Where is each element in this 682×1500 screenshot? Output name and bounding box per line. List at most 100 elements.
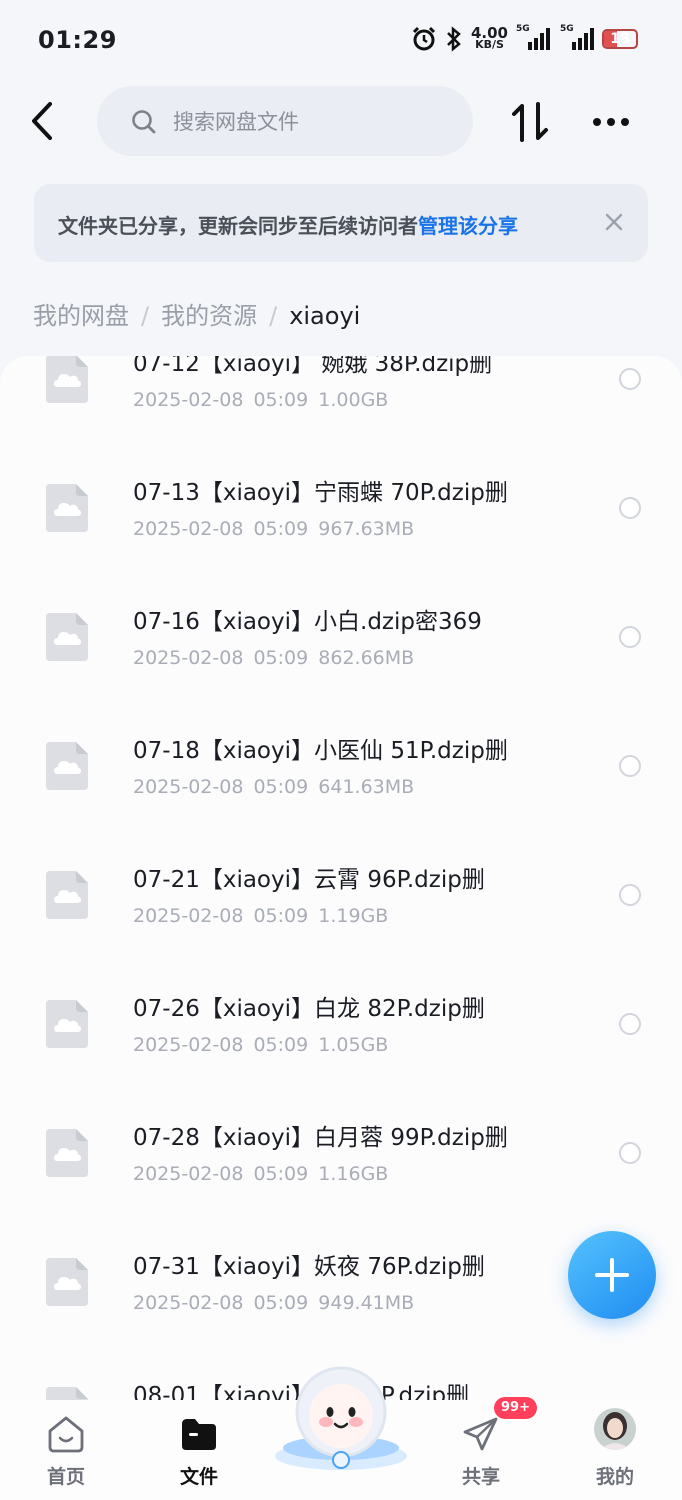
- select-radio[interactable]: [619, 884, 641, 906]
- sort-icon[interactable]: [510, 100, 550, 144]
- file-meta: 2025-02-08 05:09 641.63MB: [133, 776, 414, 798]
- notification-badge: 99+: [494, 1397, 537, 1419]
- home-icon: [48, 1416, 84, 1453]
- status-time: 01:29: [38, 26, 117, 54]
- file-time: 05:09: [253, 1034, 309, 1056]
- breadcrumb-separator: /: [141, 302, 150, 330]
- file-size: 862.66MB: [318, 647, 415, 669]
- file-name: 07-21【xiaoyi】云霄 96P.dzip删: [133, 867, 485, 893]
- file-size: 1.00GB: [318, 389, 389, 411]
- file-date: 2025-02-08: [133, 776, 244, 798]
- select-radio[interactable]: [619, 1142, 641, 1164]
- search-input[interactable]: [171, 104, 455, 140]
- cloud-file-icon: [46, 1387, 88, 1400]
- close-icon[interactable]: [602, 210, 626, 234]
- file-meta: 2025-02-08 05:09 1.00GB: [133, 389, 388, 411]
- tab-share[interactable]: 共享: [436, 1410, 526, 1490]
- file-row[interactable]: 07-28【xiaoyi】白月蓉 99P.dzip删 2025-02-08 05:…: [0, 1074, 682, 1203]
- file-time: 05:09: [253, 647, 309, 669]
- file-meta: 2025-02-08 05:09 949.41MB: [133, 1292, 414, 1314]
- search-bar[interactable]: [97, 86, 473, 156]
- file-meta: 2025-02-08 05:09 1.05GB: [133, 1034, 388, 1056]
- status-bar: 01:29 4.00 KB/S 5G 5G 18: [0, 0, 682, 80]
- breadcrumb-current: xiaoyi: [289, 302, 361, 330]
- cloud-file-icon: [46, 1000, 88, 1048]
- file-date: 2025-02-08: [133, 647, 244, 669]
- breadcrumb-separator: /: [269, 302, 278, 330]
- file-row[interactable]: 07-21【xiaoyi】云霄 96P.dzip删 2025-02-08 05:0…: [0, 816, 682, 945]
- file-time: 05:09: [253, 1163, 309, 1185]
- share-banner-text: 文件夹已分享，更新会同步至后续访问者管理该分享: [58, 214, 518, 238]
- plus-icon: [595, 1258, 629, 1292]
- file-row[interactable]: 07-18【xiaoyi】小医仙 51P.dzip删 2025-02-08 05:…: [0, 687, 682, 816]
- file-meta: 2025-02-08 05:09 1.16GB: [133, 1163, 388, 1185]
- mascot-assistant-icon[interactable]: [272, 1360, 410, 1472]
- cloud-file-icon: [46, 1129, 88, 1177]
- share-banner: 文件夹已分享，更新会同步至后续访问者管理该分享: [34, 184, 648, 262]
- select-radio[interactable]: [619, 368, 641, 390]
- file-size: 641.63MB: [318, 776, 415, 798]
- tab-label: 首页: [46, 1466, 85, 1488]
- breadcrumb-my-disk[interactable]: 我的网盘: [33, 302, 129, 330]
- tab-label: 文件: [179, 1466, 218, 1488]
- file-size: 1.05GB: [318, 1034, 389, 1056]
- file-date: 2025-02-08: [133, 1034, 244, 1056]
- cloud-file-icon: [46, 1258, 88, 1306]
- file-meta: 2025-02-08 05:09 862.66MB: [133, 647, 414, 669]
- folder-icon: [182, 1419, 216, 1450]
- share-plane-icon: [463, 1417, 498, 1451]
- select-radio[interactable]: [619, 755, 641, 777]
- file-meta: 2025-02-08 05:09 967.63MB: [133, 518, 414, 540]
- file-name: 07-28【xiaoyi】白月蓉 99P.dzip删: [133, 1125, 508, 1151]
- breadcrumb-my-resources[interactable]: 我的资源: [161, 302, 257, 330]
- network-speed: 4.00 KB/S: [470, 24, 508, 51]
- file-name: 07-18【xiaoyi】小医仙 51P.dzip删: [133, 738, 508, 764]
- file-name: 07-26【xiaoyi】白龙 82P.dzip删: [133, 996, 485, 1022]
- search-icon: [132, 110, 156, 134]
- add-button[interactable]: [568, 1231, 656, 1319]
- file-row[interactable]: 07-26【xiaoyi】白龙 82P.dzip删 2025-02-08 05:0…: [0, 945, 682, 1074]
- file-date: 2025-02-08: [133, 389, 244, 411]
- cloud-file-icon: [46, 484, 88, 532]
- file-time: 05:09: [253, 389, 309, 411]
- breadcrumb: 我的网盘 / 我的资源 / xiaoyi: [33, 296, 360, 331]
- file-date: 2025-02-08: [133, 518, 244, 540]
- file-size: 1.16GB: [318, 1163, 389, 1185]
- back-arrow-icon[interactable]: [26, 100, 58, 142]
- file-date: 2025-02-08: [133, 1163, 244, 1185]
- select-radio[interactable]: [619, 497, 641, 519]
- cloud-file-icon: [46, 613, 88, 661]
- file-size: 1.19GB: [318, 905, 389, 927]
- select-radio[interactable]: [619, 626, 641, 648]
- file-time: 05:09: [253, 905, 309, 927]
- status-icons: 4.00 KB/S 5G 5G 18: [411, 24, 638, 52]
- manage-share-link[interactable]: 管理该分享: [418, 214, 518, 238]
- file-name: 07-16【xiaoyi】小白.dzip密369: [133, 609, 482, 635]
- cloud-file-icon: [46, 742, 88, 790]
- file-size: 967.63MB: [318, 518, 415, 540]
- avatar-icon[interactable]: [594, 1408, 636, 1450]
- file-row[interactable]: 07-13【xiaoyi】宁雨蝶 70P.dzip删 2025-02-08 05:…: [0, 429, 682, 558]
- battery-icon: 18: [602, 29, 638, 49]
- file-date: 2025-02-08: [133, 1292, 244, 1314]
- cloud-file-icon: [46, 356, 88, 403]
- file-time: 05:09: [253, 776, 309, 798]
- file-row[interactable]: 07-12【xiaoyi】 婉娥 38P.dzip删 2025-02-08 05:…: [0, 356, 682, 429]
- bluetooth-icon: [447, 26, 461, 52]
- select-radio[interactable]: [619, 1013, 641, 1035]
- signal-sim2-icon: 5G: [560, 24, 594, 50]
- file-time: 05:09: [253, 518, 309, 540]
- top-bar: [0, 80, 682, 170]
- file-date: 2025-02-08: [133, 905, 244, 927]
- tab-home[interactable]: 首页: [21, 1410, 111, 1490]
- more-icon[interactable]: [590, 110, 632, 134]
- file-name: 07-12【xiaoyi】 婉娥 38P.dzip删: [133, 356, 493, 377]
- alarm-icon: [412, 26, 436, 51]
- tab-files[interactable]: 文件: [154, 1410, 244, 1490]
- tab-label: 共享: [461, 1466, 500, 1488]
- file-name: 07-31【xiaoyi】妖夜 76P.dzip删: [133, 1254, 485, 1280]
- file-meta: 2025-02-08 05:09 1.19GB: [133, 905, 388, 927]
- file-name: 07-13【xiaoyi】宁雨蝶 70P.dzip删: [133, 480, 508, 506]
- tab-label: 我的: [595, 1466, 634, 1488]
- file-row[interactable]: 07-16【xiaoyi】小白.dzip密369 2025-02-08 05:09…: [0, 558, 682, 687]
